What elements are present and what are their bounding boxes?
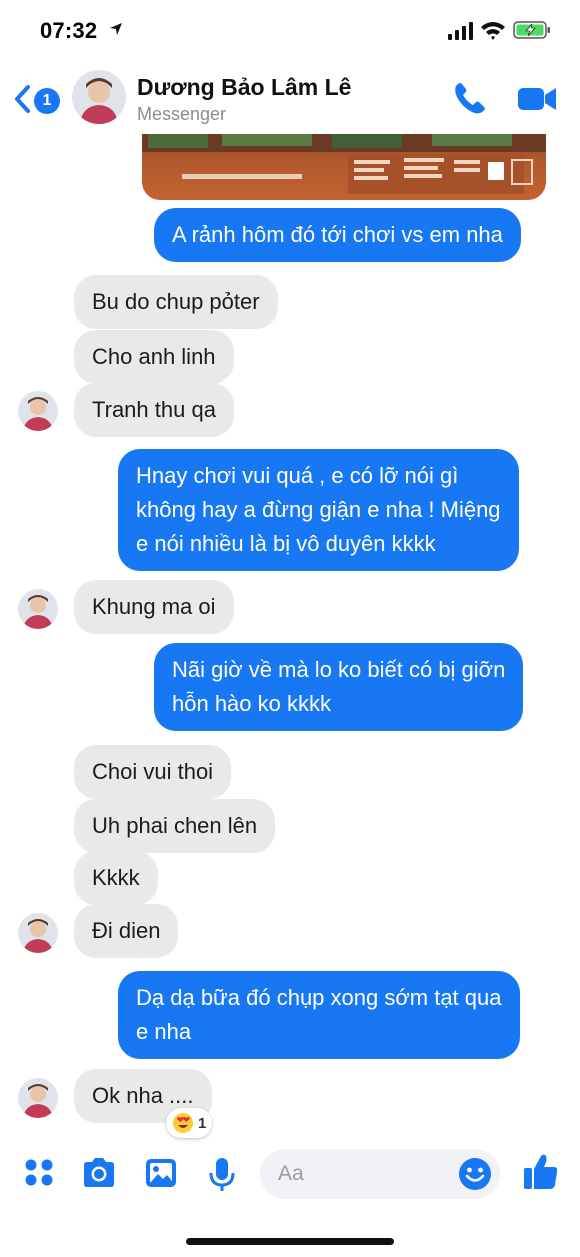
message-composer xyxy=(0,1140,580,1210)
message-reaction[interactable]: 1 xyxy=(166,1108,213,1138)
wifi-icon xyxy=(481,22,505,40)
message-bubble-incoming[interactable]: Tranh thu qa xyxy=(74,383,234,437)
message-bubble-incoming[interactable]: Uh phai chen lên xyxy=(74,799,276,853)
message-text: Đi dien xyxy=(92,918,161,943)
conversation-header: 1 Dương Bảo Lâm Lê Messenger xyxy=(0,62,580,134)
message-text-line: e nói nhiều là bị vô duyên kkkk xyxy=(136,531,436,556)
video-call-icon[interactable] xyxy=(516,84,558,114)
message-text-line: Dạ dạ bữa đó chụp xong sớm tạt qua xyxy=(136,985,502,1010)
message-text-line: Hnay chơi vui quá , e có lỡ nói gì xyxy=(136,463,459,488)
heart-eyes-emoji-icon xyxy=(173,1113,193,1133)
sender-avatar[interactable] xyxy=(18,913,58,953)
message-text-line: hỗn hào ko kkkk xyxy=(172,691,331,716)
message-text-line: không hay a đừng giận e nha ! Miệng xyxy=(136,497,501,522)
avatar-image xyxy=(72,70,126,124)
message-text: Ok nha .... xyxy=(92,1083,194,1108)
avatar-image xyxy=(18,391,58,431)
sender-avatar[interactable] xyxy=(18,391,58,431)
camera-icon[interactable] xyxy=(80,1156,118,1190)
photo-content xyxy=(142,134,546,194)
message-text-line: e nha xyxy=(136,1019,192,1044)
back-button[interactable]: 1 xyxy=(12,82,64,116)
shared-photo[interactable] xyxy=(142,134,546,200)
message-text: Tranh thu qa xyxy=(92,397,216,422)
contact-avatar[interactable] xyxy=(72,70,126,124)
message-text: Kkkk xyxy=(92,865,140,890)
message-text-line: Nãi giờ về mà lo ko biết có bị giỡn xyxy=(172,657,506,682)
message-bubble-incoming[interactable]: Cho anh linh xyxy=(74,330,234,384)
message-bubble-outgoing[interactable]: Hnay chơi vui quá , e có lỡ nói gì không… xyxy=(118,449,519,571)
emoji-icon[interactable] xyxy=(458,1157,492,1191)
message-bubble-outgoing[interactable]: Nãi giờ về mà lo ko biết có bị giỡn hỗn … xyxy=(154,643,524,731)
message-text: Cho anh linh xyxy=(92,344,216,369)
contact-name[interactable]: Dương Bảo Lâm Lê xyxy=(137,74,351,101)
cellular-signal-icon xyxy=(448,22,473,40)
status-time: 07:32 xyxy=(40,18,98,43)
message-text: Choi vui thoi xyxy=(92,759,214,784)
message-text: A rảnh hôm đó tới chơi vs em nha xyxy=(172,222,503,247)
avatar-image xyxy=(18,1078,58,1118)
message-text: Uh phai chen lên xyxy=(92,813,258,838)
chevron-left-icon xyxy=(15,85,30,113)
message-input[interactable] xyxy=(278,1149,458,1199)
microphone-icon[interactable] xyxy=(208,1156,236,1194)
apps-menu-icon[interactable] xyxy=(24,1156,54,1188)
phone-call-icon[interactable] xyxy=(452,80,488,116)
contact-subtitle: Messenger xyxy=(137,104,227,124)
message-bubble-outgoing[interactable]: Dạ dạ bữa đó chụp xong sớm tạt qua e nha xyxy=(118,971,520,1059)
avatar-image xyxy=(18,913,58,953)
message-text: Bu do chup pỏter xyxy=(92,289,260,314)
photo-gallery-icon[interactable] xyxy=(144,1156,178,1190)
location-arrow-icon xyxy=(110,23,122,35)
sender-avatar[interactable] xyxy=(18,589,58,629)
sender-avatar[interactable] xyxy=(18,1078,58,1118)
avatar-image xyxy=(18,589,58,629)
message-bubble-incoming[interactable]: Bu do chup pỏter xyxy=(74,275,278,329)
battery-charging-icon xyxy=(513,21,550,39)
status-bar: 07:32 xyxy=(0,0,580,62)
message-bubble-incoming[interactable]: Khung ma oi xyxy=(74,580,234,634)
message-input-box[interactable] xyxy=(260,1149,500,1199)
message-bubble-incoming[interactable]: Kkkk xyxy=(74,851,158,905)
unread-count-badge: 1 xyxy=(34,88,60,114)
home-indicator[interactable] xyxy=(186,1238,394,1245)
message-bubble-outgoing[interactable]: A rảnh hôm đó tới chơi vs em nha xyxy=(154,208,521,262)
message-bubble-incoming[interactable]: Choi vui thoi xyxy=(74,745,232,799)
message-text: Khung ma oi xyxy=(92,594,216,619)
reaction-count: 1 xyxy=(198,1114,207,1132)
like-thumbs-up-icon[interactable] xyxy=(522,1152,560,1192)
message-bubble-incoming[interactable]: Đi dien xyxy=(74,904,179,958)
